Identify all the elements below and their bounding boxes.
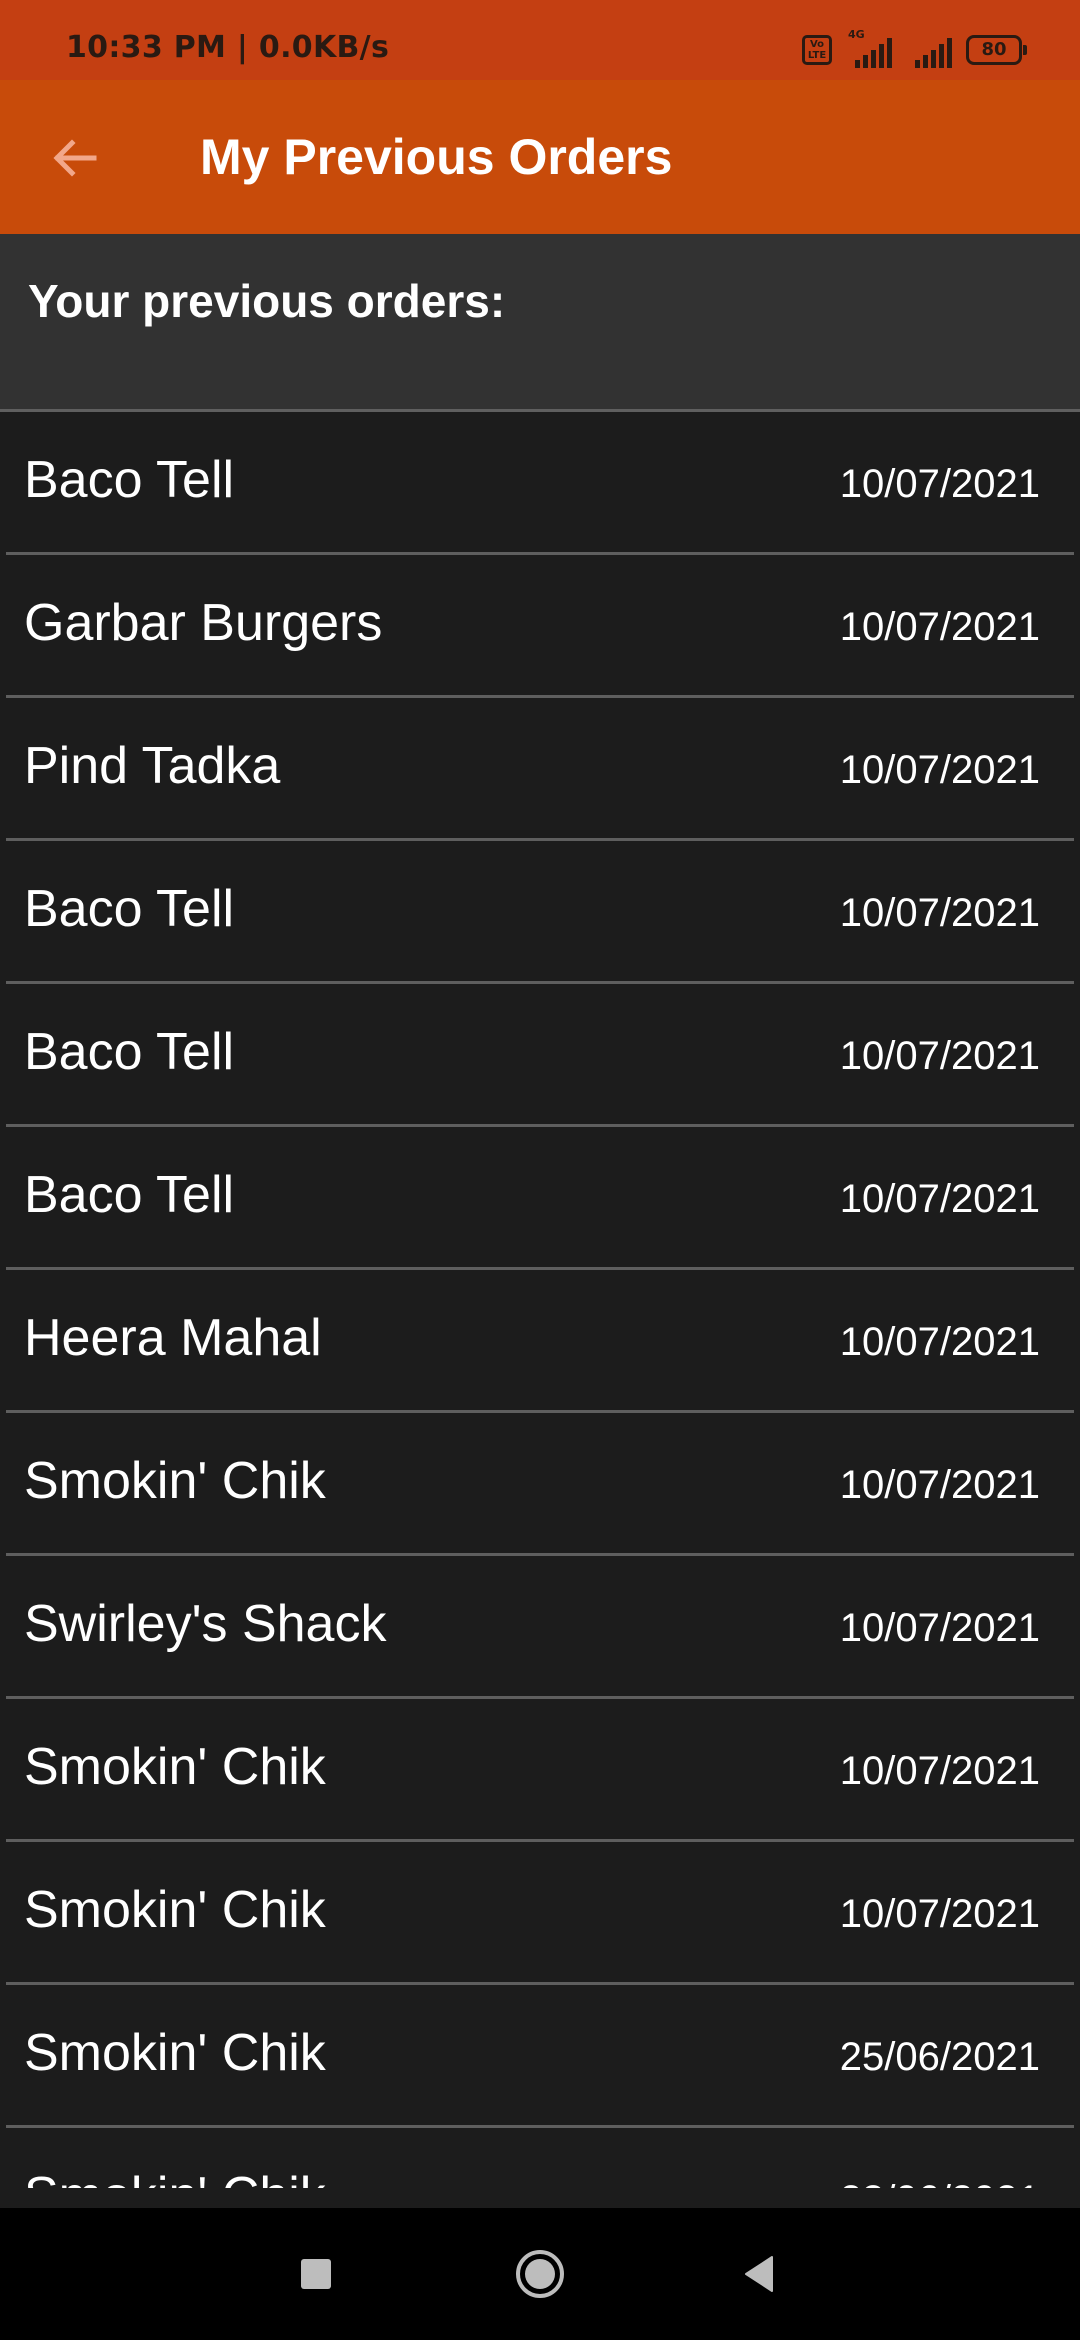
order-row[interactable]: Baco Tell 10/07/2021 — [0, 984, 1080, 1127]
order-restaurant-name: Heera Mahal — [24, 1309, 322, 1367]
status-time-speed: 10:33 PM | 0.0KB/s — [66, 30, 390, 65]
order-date: 10/07/2021 — [839, 1892, 1040, 1936]
page-title: My Previous Orders — [200, 129, 673, 185]
home-button[interactable] — [504, 2238, 576, 2310]
order-date: 25/06/2021 — [839, 2035, 1040, 2079]
order-restaurant-name: Smokin' Chik — [24, 1738, 326, 1796]
recents-button[interactable] — [280, 2238, 352, 2310]
order-date: 23/06/2021 — [840, 2178, 1040, 2188]
volte-label-bottom: LTE — [807, 50, 827, 61]
order-restaurant-name: Smokin' Chik — [24, 1881, 326, 1939]
order-date: 10/07/2021 — [839, 891, 1040, 935]
signal-icon — [906, 32, 952, 68]
order-row[interactable]: Smokin' Chik 10/07/2021 — [0, 1842, 1080, 1985]
order-row[interactable]: Baco Tell 10/07/2021 — [0, 412, 1080, 555]
order-restaurant-name: Swirley's Shack — [24, 1595, 387, 1653]
system-nav-bar — [0, 2208, 1080, 2340]
order-restaurant-name: Garbar Burgers — [24, 594, 383, 652]
order-restaurant-name: Smokin' Chik — [24, 1452, 326, 1510]
back-nav-button[interactable] — [724, 2238, 796, 2310]
orders-list[interactable]: Baco Tell 10/07/2021 Garbar Burgers 10/0… — [0, 412, 1080, 2188]
order-row[interactable]: Smokin' Chik 25/06/2021 — [0, 1985, 1080, 2128]
volte-label-top: Vo — [809, 39, 825, 50]
square-icon — [301, 2259, 331, 2289]
orders-header: Your previous orders: — [0, 234, 1080, 412]
signal-4g-icon: 4G — [846, 28, 892, 68]
order-restaurant-name: Pind Tadka — [24, 737, 281, 795]
arrow-left-icon — [53, 139, 97, 177]
battery-level: 80 — [981, 39, 1007, 60]
order-row[interactable]: Smokin' Chik 10/07/2021 — [0, 1699, 1080, 1842]
back-button[interactable] — [40, 123, 110, 193]
order-row[interactable]: Smokin' Chik 23/06/2021 — [0, 2128, 1080, 2188]
order-date: 10/07/2021 — [839, 748, 1040, 792]
order-restaurant-name: Baco Tell — [24, 451, 235, 509]
order-date: 10/07/2021 — [839, 1177, 1040, 1221]
order-date: 10/07/2021 — [839, 462, 1040, 506]
order-restaurant-name: Smokin' Chik — [24, 2166, 326, 2188]
order-restaurant-name: Smokin' Chik — [24, 2024, 326, 2082]
order-date: 10/07/2021 — [839, 1749, 1040, 1793]
order-date: 10/07/2021 — [839, 1034, 1040, 1078]
triangle-back-icon — [745, 2256, 773, 2292]
order-date: 10/07/2021 — [839, 1606, 1040, 1650]
order-row[interactable]: Garbar Burgers 10/07/2021 — [0, 555, 1080, 698]
order-date: 10/07/2021 — [839, 1320, 1040, 1364]
order-restaurant-name: Baco Tell — [24, 1166, 235, 1224]
order-restaurant-name: Baco Tell — [24, 880, 235, 938]
volte-icon: Vo LTE — [802, 35, 832, 65]
order-date: 10/07/2021 — [839, 605, 1040, 649]
order-restaurant-name: Baco Tell — [24, 1023, 235, 1081]
battery-icon: 80 — [966, 35, 1027, 65]
order-date: 10/07/2021 — [839, 1463, 1040, 1507]
circle-icon — [516, 2250, 564, 2298]
status-bar: 10:33 PM | 0.0KB/s Vo LTE 4G 80 — [0, 0, 1080, 80]
screen: 10:33 PM | 0.0KB/s Vo LTE 4G 80 My Previ… — [0, 0, 1080, 2340]
order-row[interactable]: Smokin' Chik 10/07/2021 — [0, 1413, 1080, 1556]
order-row[interactable]: Pind Tadka 10/07/2021 — [0, 698, 1080, 841]
order-row[interactable]: Heera Mahal 10/07/2021 — [0, 1270, 1080, 1413]
status-icons: Vo LTE 4G 80 — [802, 28, 1027, 70]
order-row[interactable]: Baco Tell 10/07/2021 — [0, 841, 1080, 984]
order-row[interactable]: Baco Tell 10/07/2021 — [0, 1127, 1080, 1270]
app-bar: My Previous Orders — [0, 80, 1080, 234]
order-row[interactable]: Swirley's Shack 10/07/2021 — [0, 1556, 1080, 1699]
orders-header-label: Your previous orders: — [28, 275, 506, 327]
